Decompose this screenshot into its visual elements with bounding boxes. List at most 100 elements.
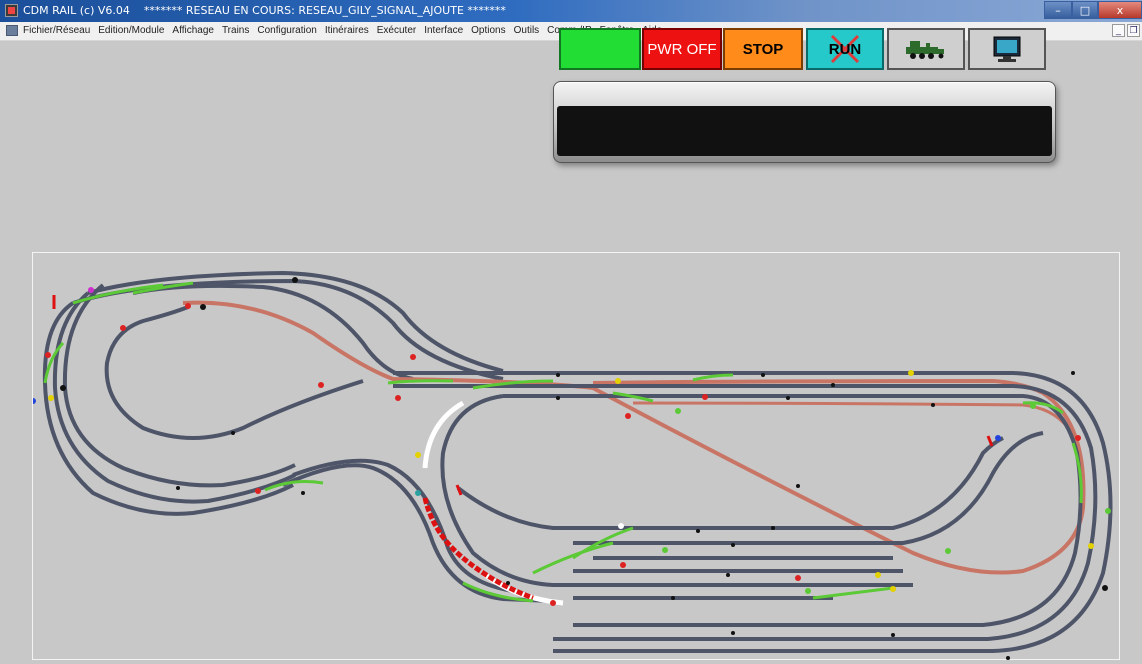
signal[interactable] — [550, 600, 556, 606]
signal[interactable] — [318, 382, 324, 388]
menu-affichage[interactable]: Affichage — [172, 25, 214, 36]
train-button[interactable] — [887, 28, 965, 70]
run-label: RUN — [828, 40, 862, 58]
signal[interactable] — [292, 277, 298, 283]
track-top-1[interactable] — [72, 278, 504, 381]
marker — [1006, 656, 1010, 660]
marker — [556, 373, 560, 377]
mdi-minimize-button[interactable]: _ — [1112, 24, 1125, 37]
signal[interactable] — [625, 413, 631, 419]
signal[interactable] — [995, 435, 1001, 441]
monitor-button[interactable] — [968, 28, 1046, 70]
menu-trains[interactable]: Trains — [222, 25, 249, 36]
track-main-top-3[interactable] — [503, 394, 1083, 627]
signal[interactable] — [945, 548, 951, 554]
marker — [931, 403, 935, 407]
track-route-return[interactable] — [632, 401, 1070, 429]
switch-5[interactable] — [387, 379, 454, 385]
status-indicator[interactable] — [559, 28, 641, 70]
signal[interactable] — [60, 385, 66, 391]
title-bar[interactable]: CDM RAIL (c) V6.04 ******* RESEAU EN COUR… — [0, 0, 1142, 22]
track-outer-loop-3[interactable] — [62, 283, 296, 488]
signal[interactable] — [805, 588, 811, 594]
signal[interactable] — [890, 586, 896, 592]
track-inner-loop[interactable] — [104, 305, 364, 440]
signal[interactable] — [1088, 543, 1094, 549]
signal[interactable] — [45, 352, 51, 358]
menu-itineraires[interactable]: Itinéraires — [325, 25, 369, 36]
signal[interactable] — [702, 394, 708, 400]
menu-edition[interactable]: Edition/Module — [98, 25, 164, 36]
marker — [176, 486, 180, 490]
signal[interactable] — [1105, 508, 1111, 514]
signal[interactable] — [185, 303, 191, 309]
signal[interactable] — [662, 547, 668, 553]
menu-fichier[interactable]: Fichier/Réseau — [23, 25, 90, 36]
signal[interactable] — [620, 562, 626, 568]
mdi-restore-button[interactable]: ❐ — [1127, 24, 1140, 37]
control-panel-inner — [557, 106, 1052, 156]
stop-button[interactable]: STOP — [723, 28, 803, 70]
track-layout-canvas[interactable] — [32, 252, 1120, 660]
track-outer-loop-2[interactable] — [52, 291, 296, 504]
maximize-button[interactable]: □ — [1072, 1, 1098, 19]
document-icon[interactable] — [6, 25, 18, 36]
track-diagram[interactable] — [33, 253, 1121, 661]
marker — [796, 484, 800, 488]
marker — [1071, 371, 1075, 375]
track-route-diagonal[interactable] — [182, 300, 1086, 575]
network-status: ******* RESEAU EN COURS: RESEAU_GILY_SIG… — [143, 4, 506, 17]
signal[interactable] — [1102, 585, 1108, 591]
marker — [726, 573, 730, 577]
menu-outils[interactable]: Outils — [514, 25, 540, 36]
app-title: CDM RAIL (c) V6.04 — [23, 4, 130, 17]
marker — [231, 431, 235, 435]
switch-7[interactable] — [692, 373, 734, 382]
signal[interactable] — [875, 572, 881, 578]
signal[interactable] — [1075, 435, 1081, 441]
locomotive-icon — [906, 41, 944, 59]
window-title: CDM RAIL (c) V6.04 ******* RESEAU EN COUR… — [23, 4, 506, 17]
signal[interactable] — [120, 325, 126, 331]
signal[interactable] — [88, 287, 94, 293]
marker — [731, 631, 735, 635]
menu-configuration[interactable]: Configuration — [257, 25, 316, 36]
marker — [831, 383, 835, 387]
track-top-3[interactable] — [132, 283, 414, 381]
track-occupied-block[interactable] — [422, 497, 534, 601]
app-icon[interactable] — [5, 4, 18, 17]
switch-12[interactable] — [812, 586, 894, 600]
signal[interactable] — [415, 452, 421, 458]
buffer-stop-2 — [455, 484, 463, 496]
monitor-icon — [993, 36, 1021, 62]
menu-executer[interactable]: Exécuter — [377, 25, 416, 36]
run-button[interactable]: RUN — [806, 28, 884, 70]
signal[interactable] — [33, 398, 36, 404]
marker — [556, 396, 560, 400]
menu-options[interactable]: Options — [471, 25, 505, 36]
track-siding-1[interactable] — [456, 436, 1004, 530]
close-button[interactable]: x — [1098, 1, 1142, 19]
signal[interactable] — [675, 408, 681, 414]
marker — [771, 526, 775, 530]
signal[interactable] — [618, 523, 624, 529]
menu-interface[interactable]: Interface — [424, 25, 463, 36]
signal[interactable] — [415, 490, 421, 496]
signal[interactable] — [795, 575, 801, 581]
signal[interactable] — [908, 370, 914, 376]
signal[interactable] — [255, 488, 261, 494]
signal[interactable] — [410, 354, 416, 360]
signal[interactable] — [615, 378, 621, 384]
minimize-button[interactable]: – — [1044, 1, 1072, 19]
signal[interactable] — [1030, 403, 1036, 409]
buffer-stop-3 — [986, 435, 994, 447]
control-panel — [553, 81, 1056, 163]
marker — [506, 581, 510, 585]
marker — [671, 596, 675, 600]
power-off-button[interactable]: PWR OFF — [642, 28, 722, 70]
signal[interactable] — [395, 395, 401, 401]
track-group-main — [42, 270, 1113, 653]
signal[interactable] — [200, 304, 206, 310]
marker — [696, 529, 700, 533]
signal[interactable] — [48, 395, 54, 401]
